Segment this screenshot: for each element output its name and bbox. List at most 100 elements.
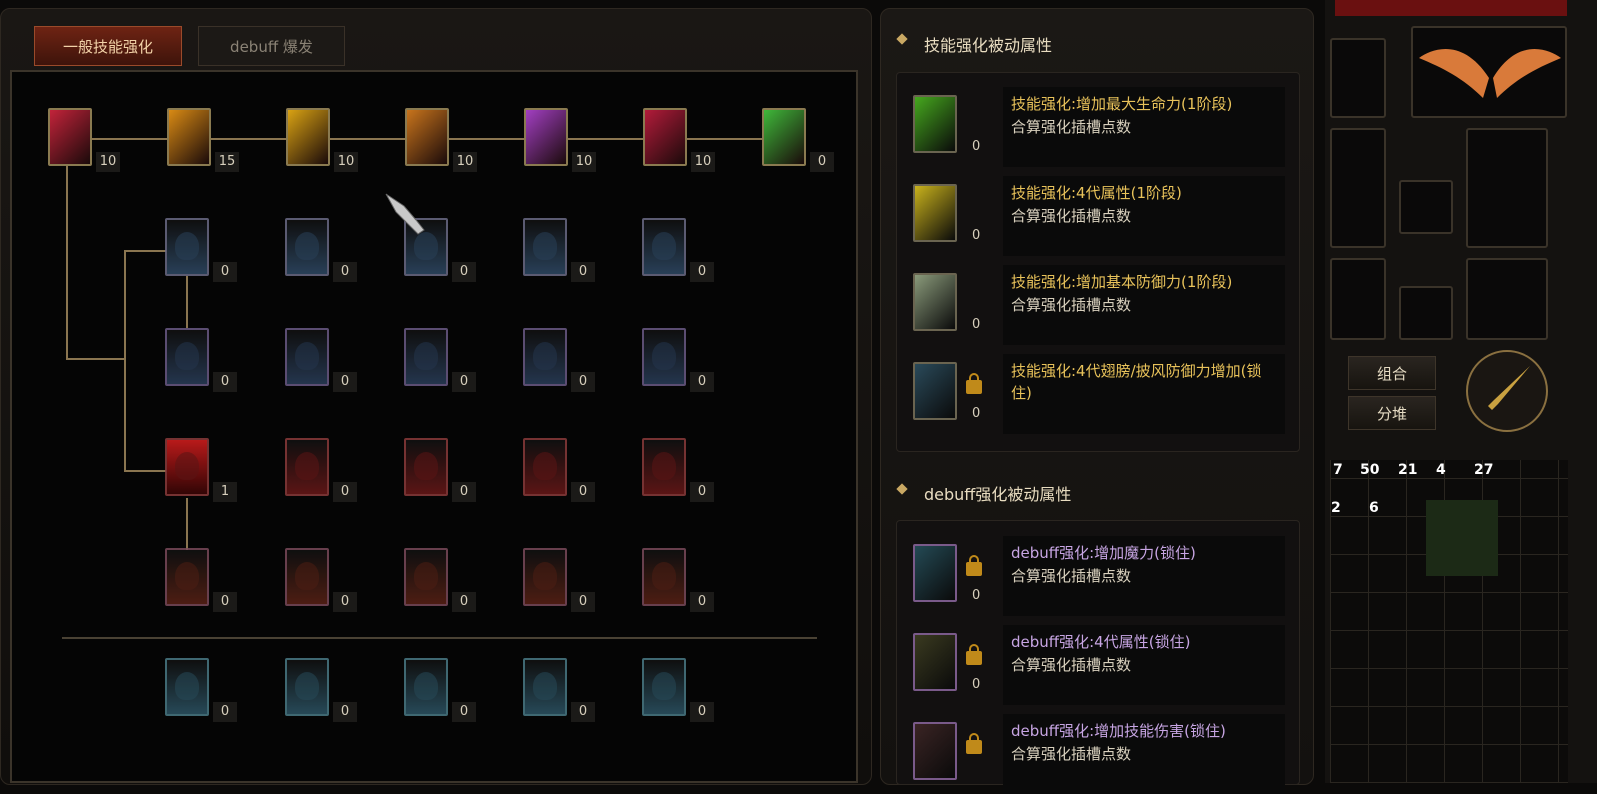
skill-icon [175, 342, 199, 370]
passive-subtext: 合算强化插槽点数 [1011, 296, 1132, 314]
passive-description: 技能强化:增加基本防御力(1阶段) 合算强化插槽点数 [1003, 265, 1285, 345]
skill-slot-r1-c1[interactable] [165, 218, 209, 276]
skill-slot-r5-c4[interactable] [523, 658, 567, 716]
skill-slot-r3-c3[interactable] [404, 438, 448, 496]
compass-slot[interactable] [1466, 350, 1548, 432]
passive-icon[interactable] [913, 633, 957, 691]
inventory-stack-count: 27 [1474, 462, 1494, 478]
passive-count: 0 [972, 677, 981, 692]
equip-slot-wings[interactable] [1411, 26, 1567, 118]
passive-icon[interactable] [913, 184, 957, 242]
tree-connector-branch-bottom [124, 470, 166, 472]
passive-title: debuff强化:4代属性(锁住) [1011, 633, 1191, 651]
skill-icon [175, 672, 199, 700]
skill-slot-r2-c4[interactable] [523, 328, 567, 386]
split-button[interactable]: 分堆 [1348, 396, 1436, 430]
skill-slot-r5-c2[interactable] [285, 658, 329, 716]
equip-slot-weapon[interactable] [1330, 38, 1386, 118]
skill-slot-count: 0 [690, 262, 714, 282]
passive-title: debuff强化:增加技能伤害(锁住) [1011, 722, 1226, 740]
skill-icon [295, 452, 319, 480]
equip-slot-boots[interactable] [1466, 258, 1548, 340]
skill-slot-count: 0 [452, 262, 476, 282]
passive-count: 0 [972, 139, 981, 154]
skill-top-count: 10 [572, 152, 596, 172]
skill-icon [295, 672, 319, 700]
skill-slot-count: 0 [333, 592, 357, 612]
skill-slot-count: 0 [690, 592, 714, 612]
skill-slot-r5-c1[interactable] [165, 658, 209, 716]
passive-icon[interactable] [913, 273, 957, 331]
skill-slot-r4-c1[interactable] [165, 548, 209, 606]
passive-subtext: 合算强化插槽点数 [1011, 567, 1132, 585]
skill-top-count: 10 [453, 152, 477, 172]
passive-icon[interactable] [913, 722, 957, 780]
skill-slot-count: 0 [571, 482, 595, 502]
skill-slot-r2-c1[interactable] [165, 328, 209, 386]
skill-top-3[interactable] [286, 108, 330, 166]
skill-slot-r1-c4[interactable] [523, 218, 567, 276]
skill-slot-r3-c5[interactable] [642, 438, 686, 496]
passive-description: debuff强化:增加技能伤害(锁住) 合算强化插槽点数 [1003, 714, 1285, 794]
skill-slot-r1-c5[interactable] [642, 218, 686, 276]
equip-slot-pendant[interactable] [1399, 180, 1453, 234]
passive-title: 技能强化:4代翅膀/披风防御力增加(锁住) [1011, 362, 1262, 402]
skill-slot-r4-c4[interactable] [523, 548, 567, 606]
skill-slot-count: 0 [571, 592, 595, 612]
skill-slot-r2-c5[interactable] [642, 328, 686, 386]
combine-button[interactable]: 组合 [1348, 356, 1436, 390]
tree-connector-branch-top [124, 250, 166, 252]
skill-slot-count: 0 [333, 702, 357, 722]
skill-top-count: 0 [810, 152, 834, 172]
skill-slot-count: 0 [213, 372, 237, 392]
skill-slot-count: 0 [571, 262, 595, 282]
skill-top-5[interactable] [524, 108, 568, 166]
skill-slot-r3-c1[interactable] [165, 438, 209, 496]
equip-slot-ring[interactable] [1399, 286, 1453, 340]
skill-icon [652, 672, 676, 700]
skill-icon [652, 232, 676, 260]
passive-description: 技能强化:增加最大生命力(1阶段) 合算强化插槽点数 [1003, 87, 1285, 167]
skill-slot-r3-c2[interactable] [285, 438, 329, 496]
skill-slot-r2-c3[interactable] [404, 328, 448, 386]
tree-separator [62, 637, 817, 639]
sword-icon [1488, 366, 1530, 410]
passive-icon[interactable] [913, 95, 957, 153]
tree-connector-branch [124, 250, 126, 472]
tree-connector-col1 [186, 276, 188, 328]
equip-slot-armor[interactable] [1330, 128, 1386, 248]
tab-debuff-burst[interactable]: debuff 爆发 [198, 26, 345, 66]
skill-icon [652, 562, 676, 590]
passive-icon[interactable] [913, 544, 957, 602]
skill-slot-r3-c4[interactable] [523, 438, 567, 496]
passive-subtext: 合算强化插槽点数 [1011, 745, 1132, 763]
skill-top-6[interactable] [643, 108, 687, 166]
skill-slot-count: 0 [213, 592, 237, 612]
skill-slot-r4-c2[interactable] [285, 548, 329, 606]
skill-top-1[interactable] [48, 108, 92, 166]
passive-title: debuff强化:增加魔力(锁住) [1011, 544, 1196, 562]
skill-top-2[interactable] [167, 108, 211, 166]
passive-icon[interactable] [913, 362, 957, 420]
inventory-stack-count: 7 [1333, 462, 1343, 478]
skill-slot-count: 0 [333, 372, 357, 392]
skill-icon [175, 562, 199, 590]
inventory-item-armor[interactable] [1426, 500, 1498, 576]
skill-slot-r5-c5[interactable] [642, 658, 686, 716]
skill-slot-r4-c3[interactable] [404, 548, 448, 606]
passive-description: debuff强化:4代属性(锁住) 合算强化插槽点数 [1003, 625, 1285, 705]
skill-slot-r1-c2[interactable] [285, 218, 329, 276]
skill-icon [533, 672, 557, 700]
skill-slot-r2-c2[interactable] [285, 328, 329, 386]
skill-slot-r4-c5[interactable] [642, 548, 686, 606]
equip-slot-pants[interactable] [1330, 258, 1386, 340]
equip-slot-helm[interactable] [1466, 128, 1548, 248]
skill-top-4[interactable] [405, 108, 449, 166]
skill-icon [175, 452, 199, 480]
tree-connector-col1-lower [186, 498, 188, 550]
skill-top-7[interactable] [762, 108, 806, 166]
passive-title: 技能强化:4代属性(1阶段) [1011, 184, 1182, 202]
tab-general-skill-enhance[interactable]: 一般技能强化 [34, 26, 182, 66]
skill-icon [295, 562, 319, 590]
skill-slot-r5-c3[interactable] [404, 658, 448, 716]
